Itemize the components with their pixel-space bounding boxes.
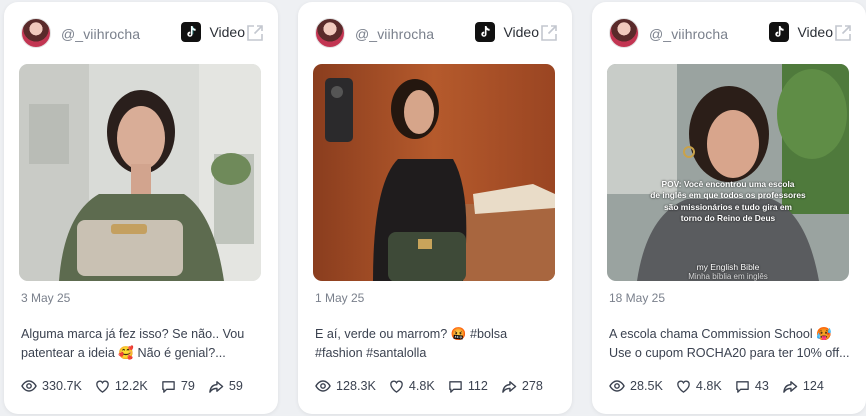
tiktok-icon bbox=[181, 22, 202, 42]
subtitle-line: my English Bible bbox=[696, 262, 760, 272]
caption-line: E aí, verde ou marrom? 🤬 #bolsa bbox=[315, 327, 508, 341]
likes-count: 12.2K bbox=[114, 379, 148, 393]
likes-count: 4.8K bbox=[695, 379, 722, 393]
card-header: @_viihrocha Video bbox=[4, 2, 278, 64]
likes-stat: 4.8K bbox=[389, 379, 435, 394]
video-thumbnail[interactable]: POV: Você encontrou uma escola de inglês… bbox=[607, 64, 849, 281]
likes-stat: 12.2K bbox=[95, 379, 148, 394]
caption-line: Alguma marca já fez isso? Se não.. Vou bbox=[21, 327, 245, 341]
post-date: 1 May 25 bbox=[315, 291, 365, 305]
subtitle-line: Minha bíblia em inglês bbox=[688, 272, 768, 281]
post-date: 18 May 25 bbox=[609, 291, 666, 305]
platform-badge: Video bbox=[475, 22, 539, 42]
platform-label: Video bbox=[797, 24, 833, 40]
comments-stat: 79 bbox=[161, 379, 195, 394]
external-link-icon[interactable] bbox=[540, 24, 558, 42]
username[interactable]: @_viihrocha bbox=[61, 26, 140, 42]
platform-label: Video bbox=[503, 24, 539, 40]
heart-icon bbox=[677, 380, 690, 393]
comments-count: 79 bbox=[180, 379, 195, 393]
shares-stat: 124 bbox=[782, 379, 824, 394]
share-icon bbox=[502, 380, 517, 393]
platform-label: Video bbox=[209, 24, 245, 40]
comments-count: 43 bbox=[754, 379, 769, 393]
external-link-icon[interactable] bbox=[834, 24, 852, 42]
video-thumbnail[interactable] bbox=[313, 64, 555, 281]
video-card[interactable]: @_viihrocha Video 3 May 25 Alguma marca … bbox=[4, 2, 278, 414]
eye-icon bbox=[315, 380, 331, 392]
comments-stat: 43 bbox=[735, 379, 769, 394]
post-caption[interactable]: A escola chama Commission School 🥵 Use o… bbox=[609, 325, 853, 363]
external-link-icon[interactable] bbox=[246, 24, 264, 42]
video-thumbnail[interactable] bbox=[19, 64, 261, 281]
post-caption[interactable]: E aí, verde ou marrom? 🤬 #bolsa #fashion… bbox=[315, 325, 559, 363]
likes-count: 4.8K bbox=[408, 379, 435, 393]
likes-stat: 4.8K bbox=[676, 379, 722, 394]
shares-stat: 59 bbox=[208, 379, 243, 394]
shares-count: 278 bbox=[521, 379, 543, 393]
views-count: 28.5K bbox=[630, 379, 663, 393]
views-stat: 330.7K bbox=[21, 378, 82, 394]
views-stat: 28.5K bbox=[609, 378, 663, 394]
video-overlay-text: POV: Você encontrou uma escola de inglês… bbox=[618, 179, 838, 224]
comment-icon bbox=[449, 380, 462, 393]
username[interactable]: @_viihrocha bbox=[355, 26, 434, 42]
platform-badge: Video bbox=[769, 22, 833, 42]
views-stat: 128.3K bbox=[315, 378, 376, 394]
heart-icon bbox=[96, 380, 109, 393]
share-icon bbox=[209, 380, 224, 393]
overlay-line: POV: Você encontrou uma escola bbox=[661, 179, 795, 189]
post-caption[interactable]: Alguma marca já fez isso? Se não.. Vou p… bbox=[21, 325, 265, 363]
platform-badge: Video bbox=[181, 22, 245, 42]
views-count: 330.7K bbox=[42, 379, 82, 393]
views-count: 128.3K bbox=[336, 379, 376, 393]
video-card[interactable]: @_viihrocha Video POV: Você encontrou um… bbox=[592, 2, 866, 414]
share-icon bbox=[783, 380, 798, 393]
card-header: @_viihrocha Video bbox=[298, 2, 572, 64]
caption-line: Use o cupom ROCHA20 para ter 10% off... bbox=[609, 346, 850, 360]
avatar[interactable] bbox=[21, 18, 51, 48]
caption-line: patentear a ideia 🥰 Não é genial?... bbox=[21, 346, 226, 360]
video-card[interactable]: @_viihrocha Video 1 May 25 E aí, verde o… bbox=[298, 2, 572, 414]
overlay-line: de inglês em que todos os professores bbox=[650, 190, 806, 201]
shares-stat: 278 bbox=[501, 379, 543, 394]
engagement-stats: 28.5K 4.8K 43 124 bbox=[609, 378, 837, 394]
username[interactable]: @_viihrocha bbox=[649, 26, 728, 42]
tiktok-icon bbox=[769, 22, 790, 42]
eye-icon bbox=[21, 380, 37, 392]
video-subtitle: my English Bible Minha bíblia em inglês bbox=[607, 262, 849, 281]
avatar[interactable] bbox=[609, 18, 639, 48]
comment-icon bbox=[736, 380, 749, 393]
comment-icon bbox=[162, 380, 175, 393]
post-date: 3 May 25 bbox=[21, 291, 71, 305]
comments-count: 112 bbox=[467, 379, 488, 393]
overlay-line: torno do Reino de Deus bbox=[680, 212, 776, 223]
tiktok-icon bbox=[475, 22, 496, 42]
eye-icon bbox=[609, 380, 625, 392]
shares-count: 124 bbox=[802, 379, 824, 393]
avatar[interactable] bbox=[315, 18, 345, 48]
heart-icon bbox=[390, 380, 403, 393]
card-header: @_viihrocha Video bbox=[592, 2, 866, 64]
caption-line: #fashion #santalolla bbox=[315, 346, 427, 360]
caption-line: A escola chama Commission School 🥵 bbox=[609, 327, 832, 341]
shares-count: 59 bbox=[228, 379, 243, 393]
engagement-stats: 330.7K 12.2K 79 59 bbox=[21, 378, 256, 394]
overlay-line: são missionários e tudo gira em bbox=[664, 201, 792, 212]
comments-stat: 112 bbox=[448, 379, 488, 394]
engagement-stats: 128.3K 4.8K 112 278 bbox=[315, 378, 556, 394]
